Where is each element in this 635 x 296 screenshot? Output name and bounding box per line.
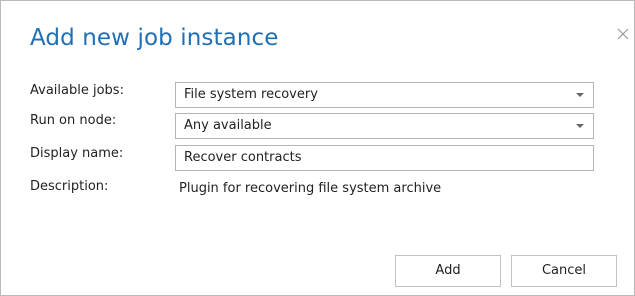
close-icon-glyph xyxy=(617,28,629,40)
run-on-node-value: Any available xyxy=(184,118,272,133)
available-jobs-label: Available jobs: xyxy=(30,83,124,98)
add-job-instance-dialog: Add new job instance Available jobs: Fil… xyxy=(0,0,635,296)
description-label: Description: xyxy=(30,179,109,194)
display-name-label: Display name: xyxy=(30,146,124,161)
description-value: Plugin for recovering file system archiv… xyxy=(179,181,442,196)
dialog-title: Add new job instance xyxy=(30,25,279,51)
cancel-button[interactable]: Cancel xyxy=(511,255,617,287)
available-jobs-value: File system recovery xyxy=(184,87,318,102)
display-name-input[interactable]: Recover contracts xyxy=(175,145,594,171)
chevron-down-icon xyxy=(576,93,584,97)
display-name-value: Recover contracts xyxy=(184,150,302,165)
run-on-node-select[interactable]: Any available xyxy=(175,113,594,139)
close-icon[interactable] xyxy=(615,26,631,42)
chevron-down-icon xyxy=(576,124,584,128)
run-on-node-label: Run on node: xyxy=(30,113,117,128)
add-button[interactable]: Add xyxy=(395,255,501,287)
available-jobs-select[interactable]: File system recovery xyxy=(175,82,594,108)
